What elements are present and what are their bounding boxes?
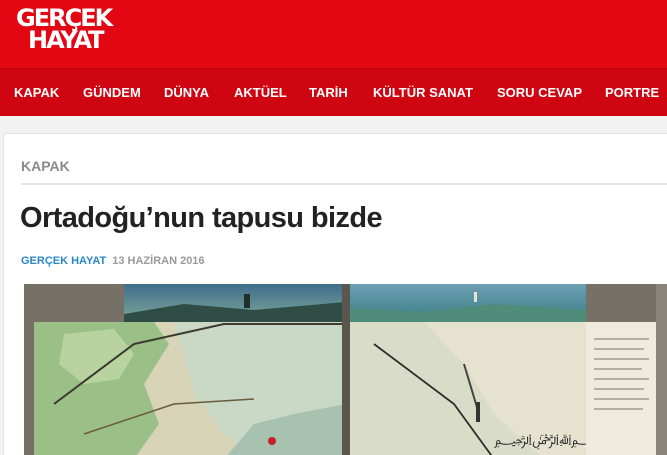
nav-item-dunya[interactable]: DÜNYA	[164, 69, 209, 117]
article-featured-image[interactable]: ‎‎﷽	[24, 284, 667, 455]
site-header: GERÇEK HAYAT	[0, 0, 667, 68]
site-logo[interactable]: GERÇEK HAYAT	[16, 6, 113, 58]
article-meta: GERÇEK HAYAT 13 HAZİRAN 2016	[21, 255, 205, 267]
article-date: 13 HAZİRAN 2016	[112, 255, 205, 267]
nav-item-gundem[interactable]: GÜNDEM	[83, 69, 141, 117]
main-navigation: KAPAK GÜNDEM DÜNYA AKTÜEL TARİH KÜLTÜR S…	[0, 68, 667, 116]
nav-item-portre[interactable]: PORTRE	[605, 69, 659, 117]
historical-map-illustration: ‎‎﷽	[24, 284, 667, 455]
nav-item-aktuel[interactable]: AKTÜEL	[234, 69, 287, 117]
nav-item-tarih[interactable]: TARİH	[309, 69, 348, 117]
nav-item-kapak[interactable]: KAPAK	[14, 69, 59, 117]
article-author[interactable]: GERÇEK HAYAT	[21, 255, 106, 267]
page-fold	[342, 284, 350, 455]
article-category[interactable]: KAPAK	[21, 158, 70, 174]
article-card: KAPAK Ortadoğu’nun tapusu bizde GERÇEK H…	[3, 133, 667, 455]
svg-text:‎‎﷽: ‎‎﷽	[494, 432, 602, 450]
nav-item-soru-cevap[interactable]: SORU CEVAP	[497, 69, 582, 117]
nav-item-kultur-sanat[interactable]: KÜLTÜR SANAT	[373, 69, 473, 117]
article-title: Ortadoğu’nun tapusu bizde	[20, 202, 383, 234]
logo-text-line2: HAYAT	[28, 26, 105, 54]
category-divider	[21, 183, 667, 185]
